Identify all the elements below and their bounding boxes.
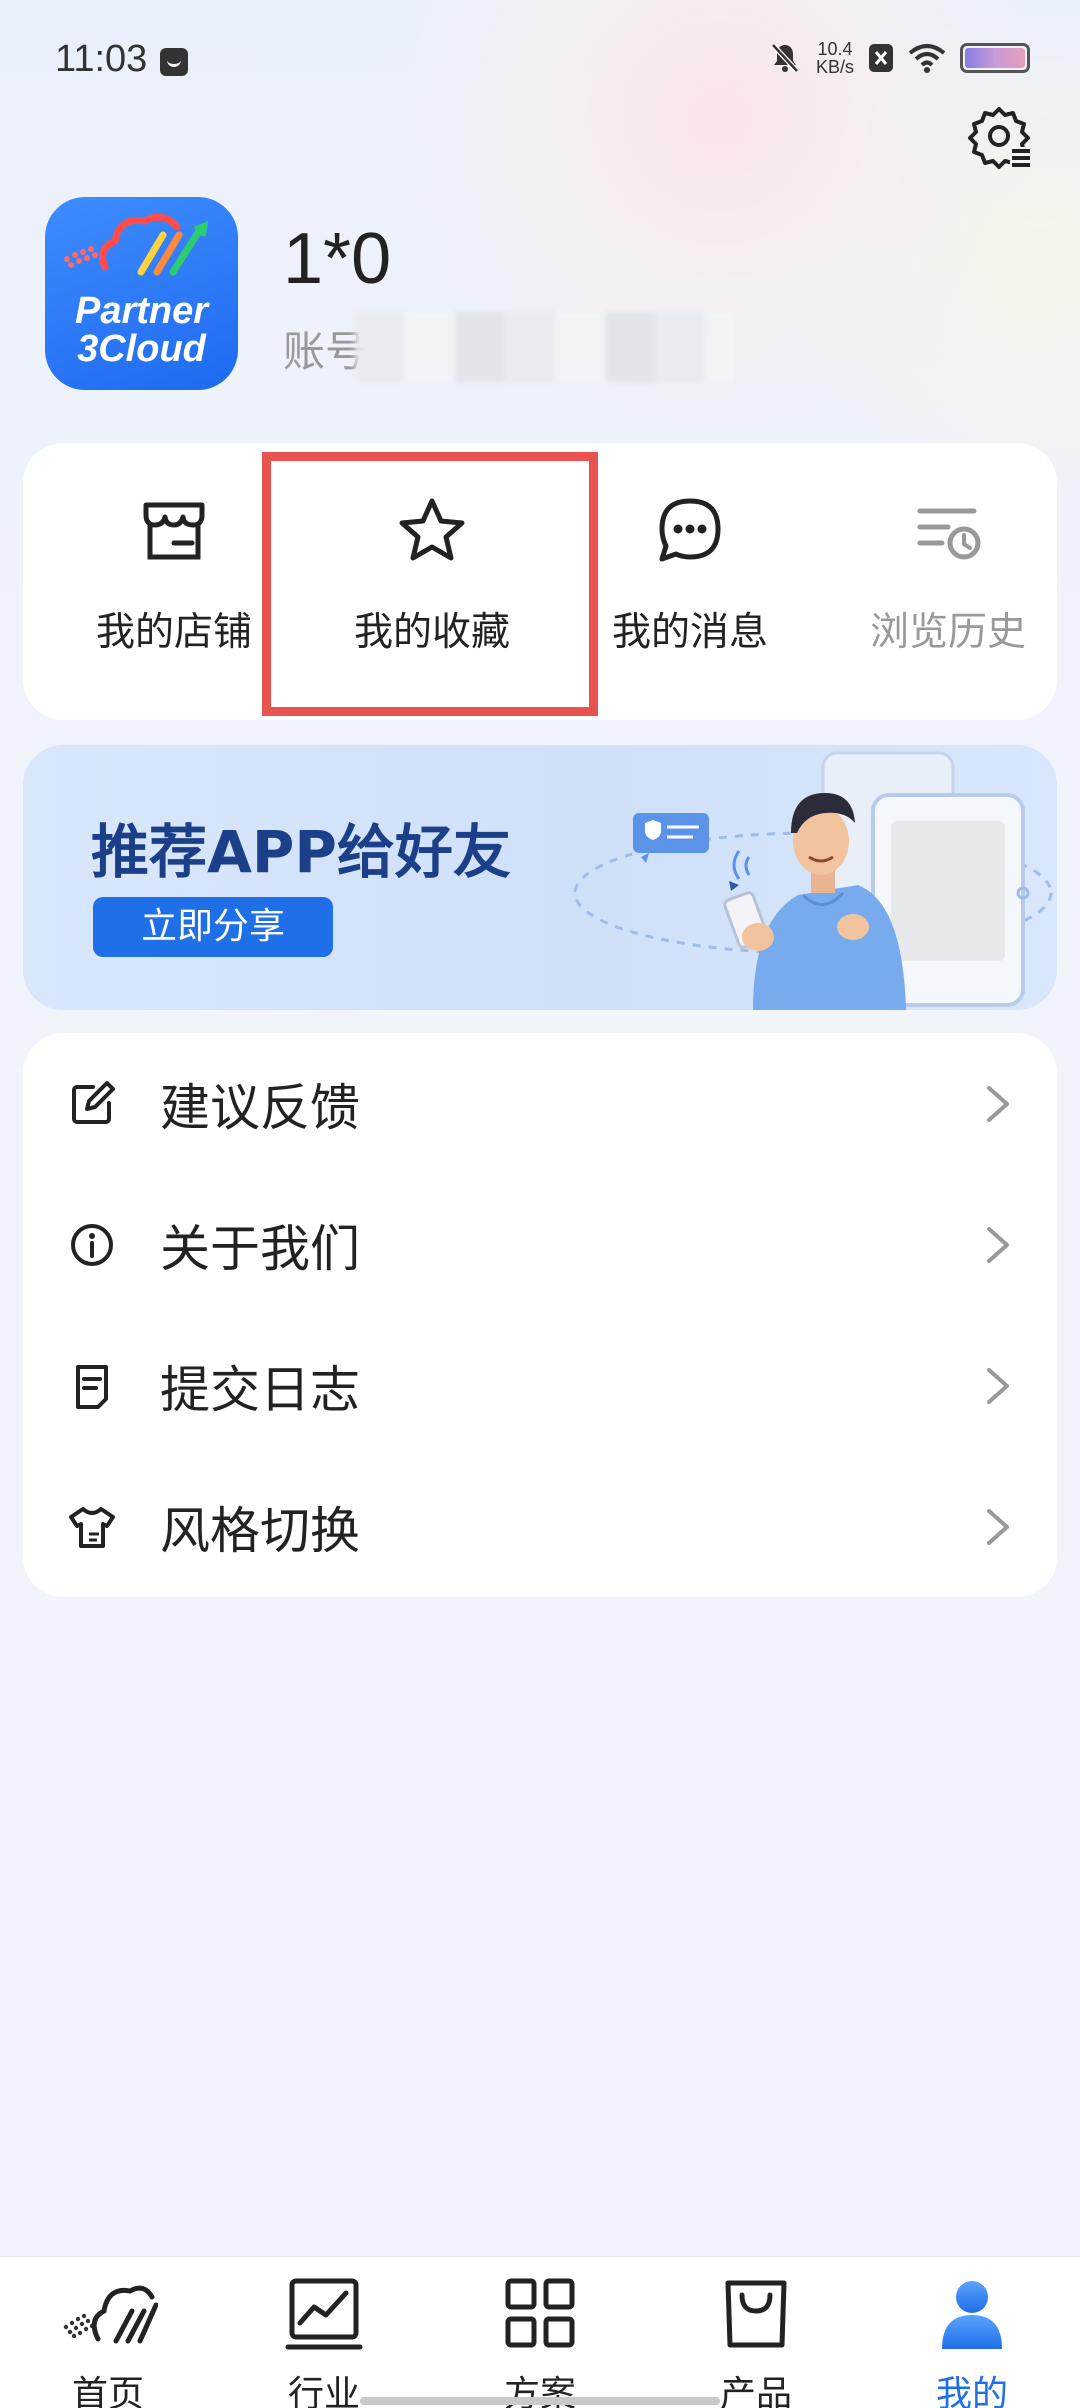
banner-title: 推荐APP给好友 xyxy=(91,818,511,886)
chevron-right-icon xyxy=(987,1367,1009,1404)
store-icon xyxy=(143,502,205,560)
menu-item-label: 关于我们 xyxy=(160,1219,360,1278)
notification-message-icon xyxy=(160,48,188,76)
battery-icon xyxy=(960,43,1030,73)
quick-action-label: 我的消息 xyxy=(611,610,768,655)
nav-tab-industry[interactable]: 行业 xyxy=(216,2257,432,2408)
info-icon xyxy=(71,1223,113,1266)
nav-label: 首页 xyxy=(71,2374,144,2408)
chat-bubble-icon xyxy=(659,498,721,562)
network-speed: 10.4 KB/s xyxy=(816,40,854,76)
menu-item-label: 提交日志 xyxy=(160,1360,360,1419)
chart-icon xyxy=(285,2278,363,2350)
edit-icon xyxy=(72,1080,115,1124)
bag-icon xyxy=(725,2280,787,2348)
quick-action-label: 浏览历史 xyxy=(869,610,1026,655)
share-app-banner[interactable]: 推荐APP给好友 立即分享 xyxy=(23,745,1057,1010)
chevron-right-icon xyxy=(987,1508,1009,1545)
quick-action-my-messages[interactable]: 我的消息 xyxy=(561,443,819,720)
history-icon xyxy=(917,508,981,560)
wifi-icon xyxy=(908,44,946,73)
nav-tab-products[interactable]: 产品 xyxy=(648,2257,864,2408)
nav-tab-mine[interactable]: 我的 xyxy=(864,2257,1080,2408)
account-number-redacted xyxy=(355,312,735,382)
menu-item-label: 建议反馈 xyxy=(160,1078,360,1137)
app-logo: Partner 3Cloud xyxy=(45,197,238,390)
share-now-button[interactable]: 立即分享 xyxy=(93,897,333,957)
menu-item-submit-log[interactable]: 提交日志 xyxy=(23,1315,1057,1456)
cloud-logo-graphic xyxy=(64,213,209,276)
banner-person-illustration xyxy=(573,751,1053,1010)
chevron-right-icon xyxy=(987,1085,1009,1122)
menu-item-feedback[interactable]: 建议反馈 xyxy=(23,1033,1057,1174)
network-speed-unit: KB/s xyxy=(815,57,854,77)
nav-label: 我的 xyxy=(935,2374,1008,2408)
status-bar: 11:03 10.4 KB/s xyxy=(0,0,1080,120)
person-icon xyxy=(942,2281,1002,2349)
menu-item-label: 风格切换 xyxy=(160,1501,360,1560)
settings-gear-icon[interactable] xyxy=(966,103,1032,169)
document-icon xyxy=(76,1364,108,1409)
highlight-box xyxy=(262,452,598,716)
status-icons: 10.4 KB/s xyxy=(768,40,1030,76)
grid-icon xyxy=(505,2278,575,2348)
app-logo-line2: 3Cloud xyxy=(77,328,206,370)
network-speed-value: 10.4 xyxy=(817,39,853,59)
menu-item-style-switch[interactable]: 风格切换 xyxy=(23,1456,1057,1597)
home-indicator[interactable] xyxy=(360,2397,720,2405)
menu-item-about-us[interactable]: 关于我们 xyxy=(23,1174,1057,1315)
home-logo-icon xyxy=(63,2285,158,2344)
bottom-navigation: 首页 行业 方案 产品 我的 xyxy=(0,2256,1080,2408)
status-time: 11:03 xyxy=(55,38,148,80)
chevron-right-icon xyxy=(987,1226,1009,1263)
app-logo-line1: Partner xyxy=(74,290,209,332)
nav-tab-home[interactable]: 首页 xyxy=(0,2257,216,2408)
quick-action-browse-history[interactable]: 浏览历史 xyxy=(819,443,1077,720)
bell-muted-icon xyxy=(771,43,799,73)
shirt-icon xyxy=(69,1506,115,1548)
sim-off-icon xyxy=(869,44,893,72)
settings-menu: 建议反馈 关于我们 提交日志 风格切换 xyxy=(23,1033,1057,1597)
nav-tab-solutions[interactable]: 方案 xyxy=(432,2257,648,2408)
username: 1*0 xyxy=(283,219,392,299)
